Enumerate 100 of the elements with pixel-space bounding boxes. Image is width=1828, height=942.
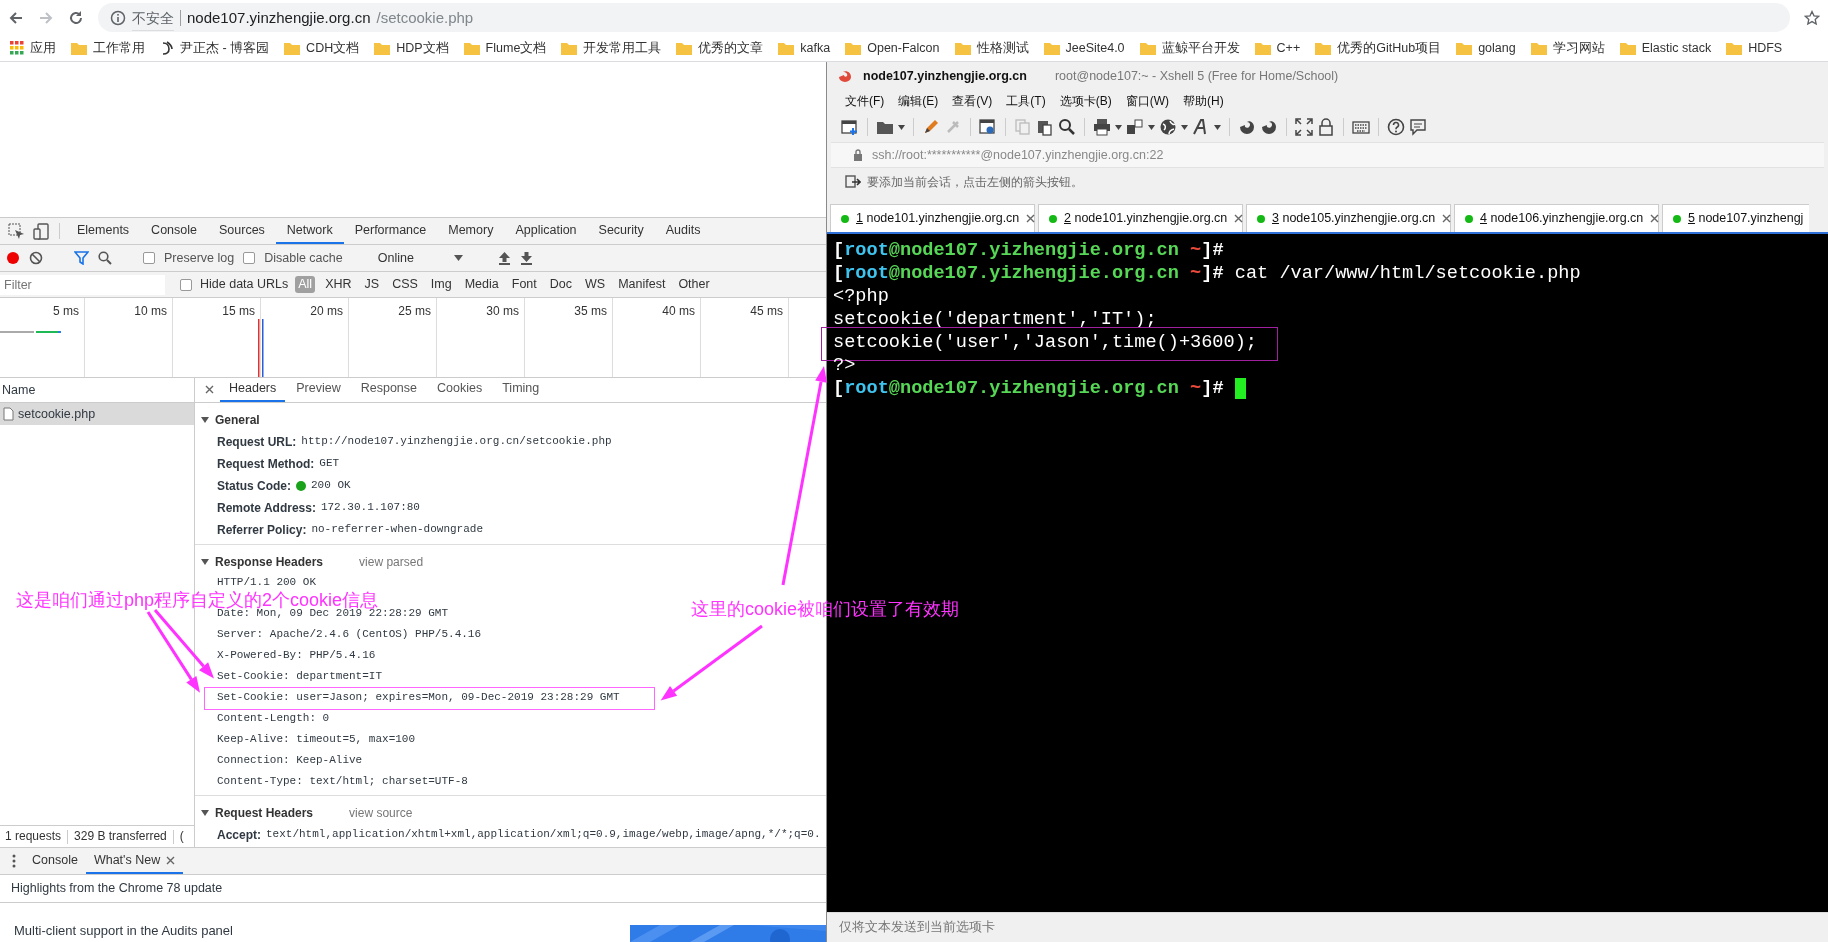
- type-filter[interactable]: CSS: [389, 276, 421, 293]
- checkbox[interactable]: [180, 278, 192, 291]
- add-session-arrow-icon[interactable]: [845, 175, 861, 189]
- detail-tab[interactable]: Preview: [287, 378, 350, 402]
- inspect-icon[interactable]: [8, 222, 25, 240]
- bookmark[interactable]: 优秀的GitHub项目: [1315, 40, 1442, 56]
- bookmark[interactable]: 性格测试: [954, 40, 1029, 56]
- type-filter[interactable]: XHR: [322, 276, 355, 293]
- close-icon[interactable]: [1442, 214, 1452, 223]
- expand-triangle-icon[interactable]: [201, 415, 209, 424]
- export-icon[interactable]: [519, 251, 533, 265]
- address-bar[interactable]: 不安全 node107.yinzhengjie.org.cn /setcookie.php: [98, 3, 1790, 32]
- record-icon[interactable]: [6, 251, 20, 265]
- new-session-icon[interactable]: [841, 118, 859, 136]
- type-filter[interactable]: Img: [427, 276, 455, 293]
- view-toggle-link[interactable]: view parsed: [359, 554, 424, 570]
- type-filter[interactable]: WS: [582, 276, 609, 293]
- section-title[interactable]: General: [215, 412, 260, 428]
- magnifier-icon[interactable]: [1058, 118, 1076, 136]
- fullscreen-icon[interactable]: [1295, 118, 1313, 136]
- throttling-select[interactable]: Online: [373, 250, 467, 266]
- close-icon[interactable]: [205, 385, 214, 395]
- type-filter[interactable]: Other: [675, 276, 713, 293]
- session-tab[interactable]: 1 node101.yinzhengjie.org.cn: [830, 204, 1035, 232]
- menu-item[interactable]: 编辑(E): [898, 93, 939, 109]
- bookmark[interactable]: C++: [1254, 40, 1301, 56]
- checkbox[interactable]: [243, 252, 256, 264]
- padlock-icon[interactable]: [1317, 118, 1335, 136]
- more-menu-icon[interactable]: [12, 854, 16, 868]
- menu-item[interactable]: 文件(F): [845, 93, 885, 109]
- session-tab[interactable]: 5 node107.yinzhengj: [1662, 204, 1810, 232]
- help-icon[interactable]: [1387, 118, 1405, 136]
- star-icon[interactable]: [1804, 9, 1820, 26]
- filter-field[interactable]: Filter: [0, 274, 165, 295]
- speech-bubble-icon[interactable]: [1409, 118, 1427, 136]
- panel-tab[interactable]: Sources: [208, 218, 276, 244]
- view-toggle-link[interactable]: view source: [349, 805, 413, 821]
- session-tab[interactable]: 3 node105.yinzhengjie.org.cn: [1246, 204, 1451, 232]
- detail-tab[interactable]: Headers: [220, 378, 286, 402]
- reload-icon[interactable]: [68, 9, 84, 26]
- keyboard-icon[interactable]: [1352, 118, 1370, 136]
- panel-tab[interactable]: Console: [140, 218, 208, 244]
- checkbox-label[interactable]: Disable cache: [264, 250, 343, 266]
- bookmark[interactable]: 尹正杰 - 博客园: [160, 40, 270, 56]
- clear-icon[interactable]: [29, 251, 43, 265]
- checkbox-label[interactable]: Preserve log: [164, 250, 235, 266]
- close-icon[interactable]: [1026, 214, 1036, 223]
- session-tab[interactable]: 2 node101.yinzhengjie.org.cn: [1038, 204, 1243, 232]
- expand-triangle-icon[interactable]: [201, 808, 209, 817]
- info-icon[interactable]: [110, 9, 126, 26]
- caret-icon[interactable]: [898, 124, 905, 130]
- transfer-icon[interactable]: [1126, 118, 1144, 136]
- import-icon[interactable]: [497, 251, 511, 265]
- checkbox[interactable]: [143, 252, 155, 264]
- type-filter[interactable]: Font: [508, 276, 540, 293]
- detail-tab[interactable]: Timing: [493, 378, 549, 402]
- caret-icon[interactable]: [1148, 124, 1155, 130]
- type-filter[interactable]: Doc: [546, 276, 575, 293]
- section-title[interactable]: Request Headers: [215, 805, 314, 821]
- caret-icon[interactable]: [1214, 124, 1221, 130]
- bookmark[interactable]: HDP文档: [374, 40, 449, 56]
- checkbox-label[interactable]: Hide data URLs: [200, 277, 289, 292]
- close-icon[interactable]: [166, 855, 176, 865]
- globe-icon[interactable]: [1159, 118, 1177, 136]
- drawer-tab[interactable]: Console: [24, 848, 86, 874]
- type-filter[interactable]: JS: [361, 276, 383, 293]
- panel-tab[interactable]: Memory: [437, 218, 505, 244]
- caret-icon[interactable]: [1115, 124, 1122, 130]
- detail-tab[interactable]: Cookies: [428, 378, 492, 402]
- window-gear-icon[interactable]: [979, 118, 997, 136]
- close-icon[interactable]: [1650, 214, 1660, 223]
- column-header[interactable]: Name: [2, 382, 36, 398]
- caret-icon[interactable]: [1181, 124, 1188, 130]
- session-tab[interactable]: 4 node106.yinzhengjie.org.cn: [1454, 204, 1659, 232]
- search-icon[interactable]: [98, 251, 112, 265]
- bookmark[interactable]: 开发常用工具: [561, 40, 662, 56]
- expand-triangle-icon[interactable]: [201, 557, 209, 566]
- bookmark[interactable]: Elastic stack: [1619, 40, 1712, 56]
- panel-tab[interactable]: Security: [587, 218, 655, 244]
- bookmark[interactable]: Flume文档: [463, 40, 547, 56]
- menu-item[interactable]: 帮助(H): [1183, 93, 1224, 109]
- bookmark[interactable]: golang: [1456, 40, 1516, 56]
- close-icon[interactable]: [1234, 214, 1244, 223]
- bookmark[interactable]: 应用: [10, 40, 56, 56]
- menu-item[interactable]: 工具(T): [1006, 93, 1046, 109]
- request-row[interactable]: setcookie.php: [0, 403, 194, 425]
- panel-tab[interactable]: Performance: [343, 218, 438, 244]
- swirl-icon[interactable]: [1238, 118, 1256, 136]
- panel-tab[interactable]: Application: [504, 218, 588, 244]
- menu-item[interactable]: 选项卡(B): [1059, 93, 1112, 109]
- bookmark[interactable]: JeeSite4.0: [1043, 40, 1125, 56]
- bookmark[interactable]: 工作常用: [71, 40, 145, 56]
- drawer-tab[interactable]: What's New: [85, 848, 184, 874]
- bookmark[interactable]: CDH文档: [284, 40, 360, 56]
- filter-icon[interactable]: [74, 251, 89, 265]
- bookmark[interactable]: 优秀的文章: [676, 40, 764, 56]
- section-title[interactable]: Response Headers: [215, 554, 324, 570]
- detail-tab[interactable]: Response: [351, 378, 426, 402]
- back-icon[interactable]: [8, 9, 24, 26]
- bookmark[interactable]: 蓝鲸平台开发: [1139, 40, 1240, 56]
